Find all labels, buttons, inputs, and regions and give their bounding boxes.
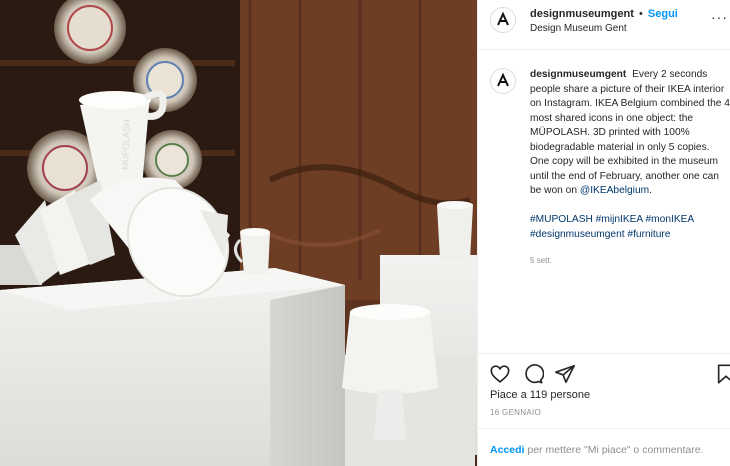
likes-summary[interactable]: Piace a 119 persone [490,389,590,401]
login-footer: Accedi per mettere "Mi piace" o commenta… [478,428,730,466]
bookmark-icon[interactable] [715,363,730,385]
post-header: designmuseumgent • Segui Design Museum G… [478,0,730,50]
login-prompt-text: per mettere "Mi piace" o commentare. [527,444,704,456]
post-date: 16 GENNAIO [490,408,542,417]
heart-icon[interactable] [489,363,511,385]
caption-username[interactable]: designmuseumgent [530,69,626,80]
caption-time: 5 sett. [530,256,552,265]
post-author: designmuseumgent • Segui [530,8,678,20]
comment-icon[interactable] [522,363,544,385]
caption-hashtags-1[interactable]: #MUPOLASH #mijnIKEA #monIKEA [530,213,730,228]
avatar[interactable] [490,7,516,33]
location-link[interactable]: Design Museum Gent [530,23,627,34]
follow-button[interactable]: Segui [648,8,678,20]
museum-logo-icon [491,8,515,32]
separator-dot: • [638,8,643,20]
likes-prefix: Piace a [490,389,527,401]
more-options-icon[interactable]: ··· [711,10,728,24]
museum-logo-icon [491,69,515,93]
photo-illustration: MUPOLASH [0,0,477,466]
login-prompt: Accedi per mettere "Mi piace" o commenta… [490,444,703,456]
post-side-panel: designmuseumgent • Segui Design Museum G… [477,0,730,466]
caption-body: designmuseumgent Every 2 seconds people … [530,68,730,269]
login-link[interactable]: Accedi [490,444,524,456]
caption-text-end: . [649,185,652,196]
author-username[interactable]: designmuseumgent [530,8,634,20]
share-icon[interactable] [554,363,576,385]
caption-text: Every 2 seconds people share a picture o… [530,69,730,196]
caption-avatar[interactable] [490,68,516,94]
caption-hashtags-2[interactable]: #designmuseumgent #furniture [530,228,730,243]
likes-count[interactable]: 119 persone [530,389,590,401]
caption-mention[interactable]: @IKEAbelgium [580,185,649,196]
action-bar [478,353,730,393]
photo-watermark: MUPOLASH [120,119,132,170]
post-photo[interactable]: MUPOLASH [0,0,477,466]
